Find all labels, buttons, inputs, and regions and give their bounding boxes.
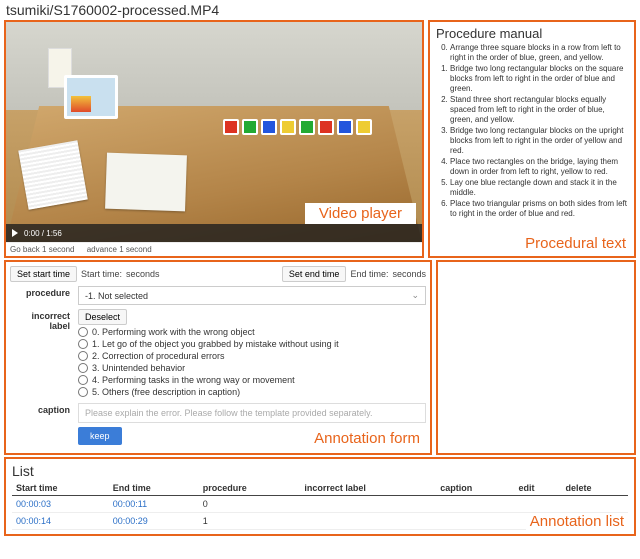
start-seconds-label: seconds bbox=[126, 269, 160, 279]
procedure-overlay-label: Procedural text bbox=[521, 235, 630, 252]
table-row: 00:00:0300:00:110 bbox=[12, 496, 628, 513]
cell-proc: 1 bbox=[199, 513, 301, 530]
start-time-label: Start time: bbox=[81, 269, 122, 279]
incorrect-option[interactable]: 5. Others (free description in caption) bbox=[78, 387, 426, 397]
incorrect-option[interactable]: 0. Performing work with the wrong object bbox=[78, 327, 426, 337]
procedure-step: Bridge two long rectangular blocks on th… bbox=[450, 64, 628, 94]
list-overlay-label: Annotation list bbox=[526, 513, 628, 530]
annotation-list-panel: List Start time End time procedure incor… bbox=[4, 457, 636, 536]
list-heading: List bbox=[12, 463, 628, 479]
go-back-1s-button[interactable]: Go back 1 second bbox=[10, 245, 74, 254]
annotation-form-panel: Set start time Start time: seconds Set e… bbox=[4, 260, 432, 455]
caption-field-label: caption bbox=[10, 403, 70, 415]
video-player-panel: 0:00 / 1:56 Video player Go back 1 secon… bbox=[4, 20, 424, 258]
keep-button[interactable]: keep bbox=[78, 427, 122, 445]
form-side-panel bbox=[436, 260, 636, 455]
procedure-step: Lay one blue rectangle down and stack it… bbox=[450, 178, 628, 198]
cell-start[interactable]: 00:00:03 bbox=[12, 496, 109, 513]
col-start: Start time bbox=[12, 481, 109, 496]
cell-end[interactable]: 00:00:11 bbox=[109, 496, 199, 513]
video-controls[interactable]: 0:00 / 1:56 bbox=[6, 224, 422, 242]
deselect-button[interactable]: Deselect bbox=[78, 309, 127, 325]
col-del: delete bbox=[561, 481, 628, 496]
incorrect-option[interactable]: 2. Correction of procedural errors bbox=[78, 351, 426, 361]
page-title: tsumiki/S1760002-processed.MP4 bbox=[0, 0, 640, 20]
procedure-step: Place two triangular prisms on both side… bbox=[450, 199, 628, 219]
end-seconds-label: seconds bbox=[392, 269, 426, 279]
caption-input[interactable]: Please explain the error. Please follow … bbox=[78, 403, 426, 423]
video-time: 0:00 / 1:56 bbox=[24, 229, 62, 238]
cell-del[interactable] bbox=[561, 496, 628, 513]
chevron-down-icon: ⌄ bbox=[411, 290, 419, 301]
col-cap: caption bbox=[436, 481, 514, 496]
cell-end[interactable]: 00:00:29 bbox=[109, 513, 199, 530]
video-overlay-label: Video player bbox=[305, 203, 416, 224]
col-inc: incorrect label bbox=[300, 481, 436, 496]
cell-edit[interactable] bbox=[515, 496, 562, 513]
set-start-time-button[interactable]: Set start time bbox=[10, 266, 77, 282]
form-overlay-label: Annotation form bbox=[310, 430, 424, 447]
procedure-step: Stand three short rectangular blocks equ… bbox=[450, 95, 628, 125]
cell-start[interactable]: 00:00:14 bbox=[12, 513, 109, 530]
procedure-manual-panel: Procedure manual Arrange three square bl… bbox=[428, 20, 636, 258]
set-end-time-button[interactable]: Set end time bbox=[282, 266, 347, 282]
procedure-step: Place two rectangles on the bridge, layi… bbox=[450, 157, 628, 177]
cell-cap bbox=[436, 513, 514, 530]
advance-1s-button[interactable]: advance 1 second bbox=[87, 245, 152, 254]
procedure-step: Bridge two long rectangular blocks on th… bbox=[450, 126, 628, 156]
cell-cap bbox=[436, 496, 514, 513]
procedure-step: Arrange three square blocks in a row fro… bbox=[450, 43, 628, 63]
incorrect-option[interactable]: 3. Unintended behavior bbox=[78, 363, 426, 373]
col-edit: edit bbox=[515, 481, 562, 496]
end-time-label: End time: bbox=[350, 269, 388, 279]
col-proc: procedure bbox=[199, 481, 301, 496]
col-end: End time bbox=[109, 481, 199, 496]
video-frame[interactable]: 0:00 / 1:56 Video player bbox=[6, 22, 422, 242]
cell-inc bbox=[300, 496, 436, 513]
cell-inc bbox=[300, 513, 436, 530]
procedure-heading: Procedure manual bbox=[436, 26, 628, 41]
incorrect-label-field-label: incorrect label bbox=[10, 309, 70, 331]
incorrect-option[interactable]: 4. Performing tasks in the wrong way or … bbox=[78, 375, 426, 385]
play-icon[interactable] bbox=[12, 229, 18, 237]
cell-proc: 0 bbox=[199, 496, 301, 513]
incorrect-option[interactable]: 1. Let go of the object you grabbed by m… bbox=[78, 339, 426, 349]
procedure-field-label: procedure bbox=[10, 286, 70, 298]
procedure-select[interactable]: -1. Not selected ⌄ bbox=[78, 286, 426, 305]
